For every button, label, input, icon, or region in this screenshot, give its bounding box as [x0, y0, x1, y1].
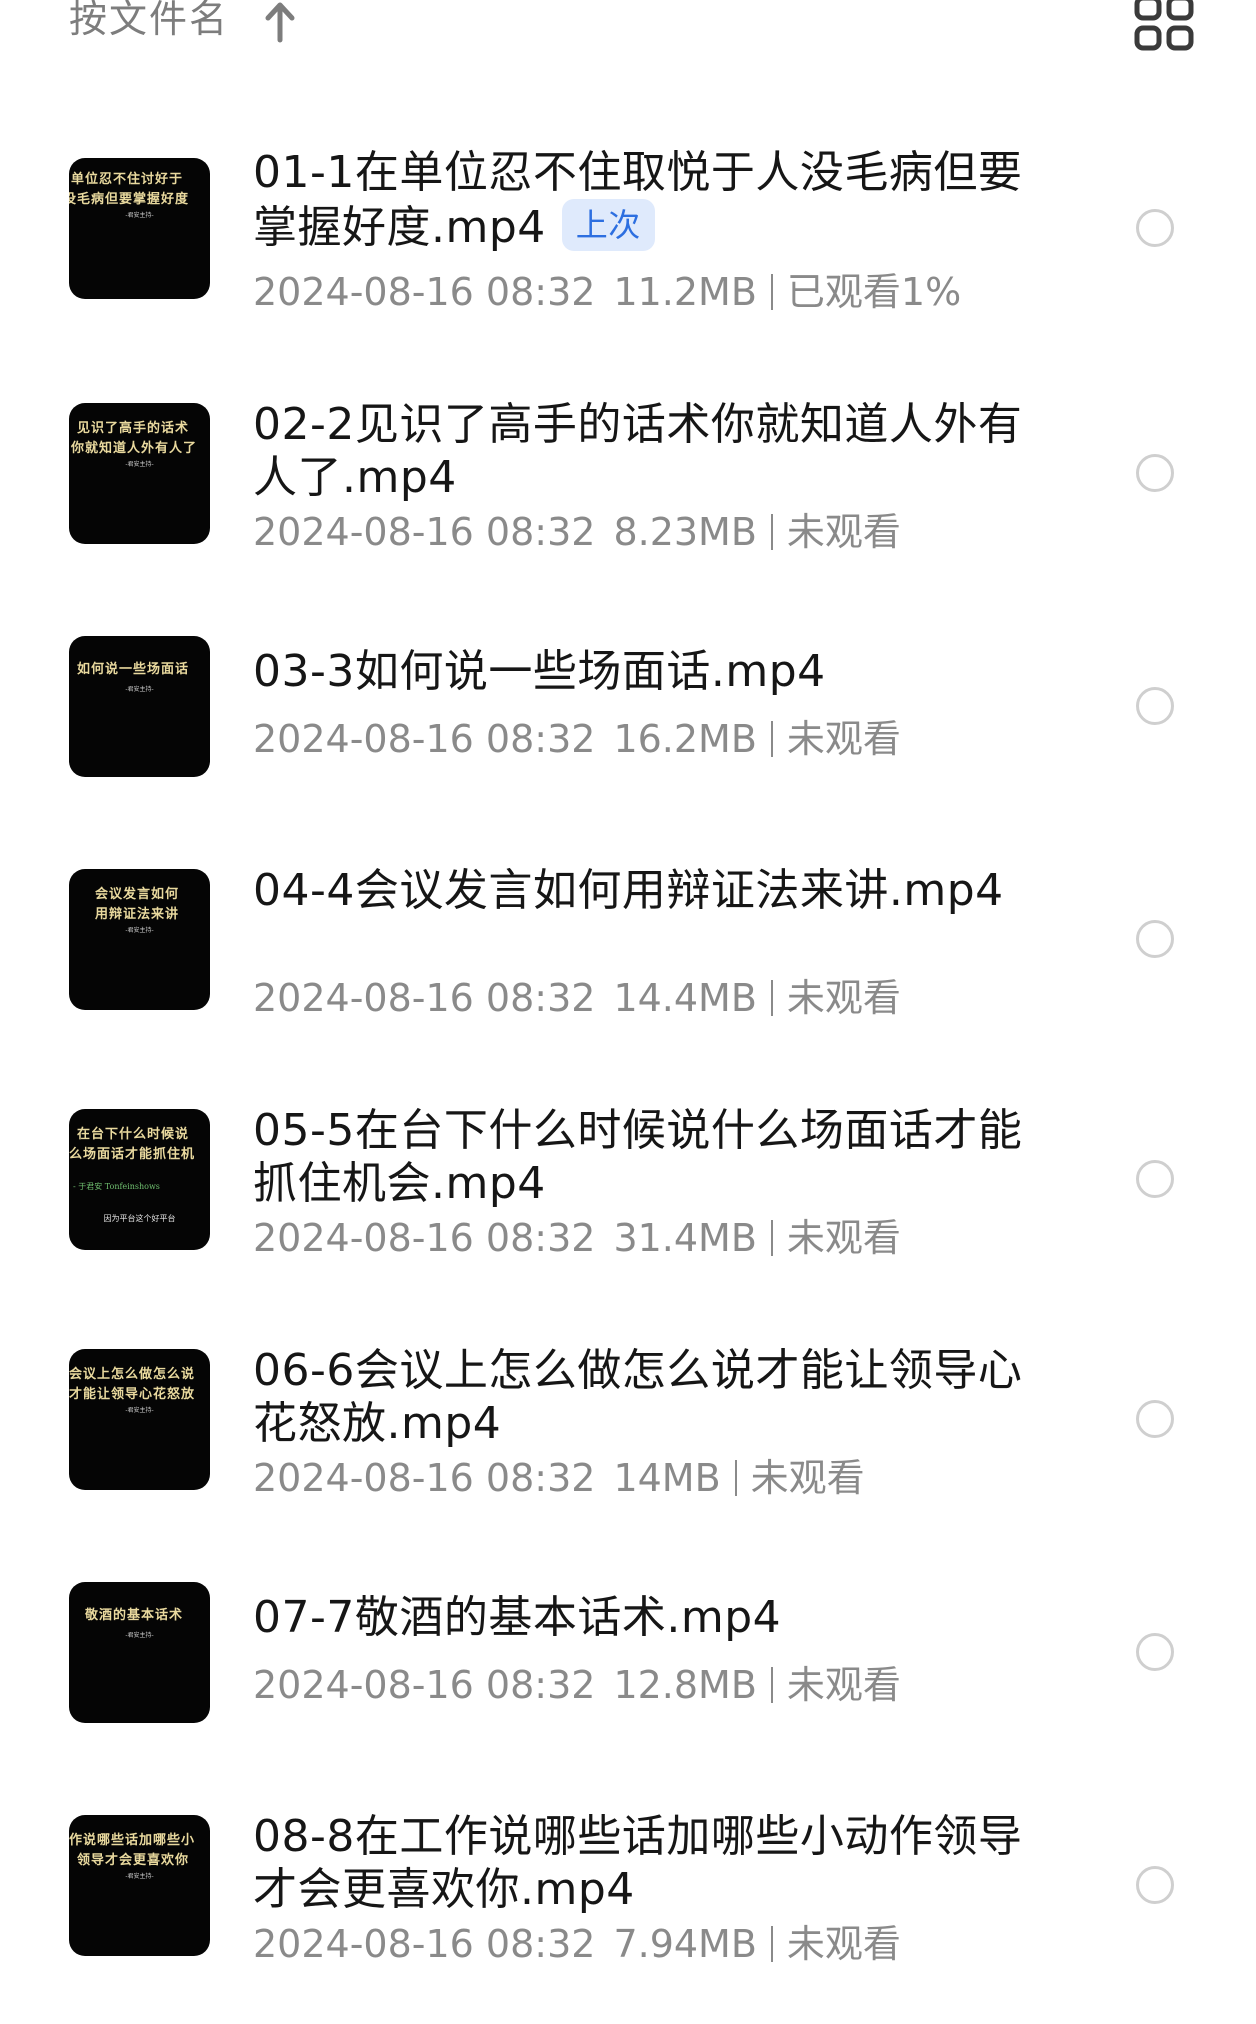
- file-date: 2024-08-16 08:32: [253, 270, 596, 314]
- thumbnail-subtext: -君安主持-: [125, 212, 154, 219]
- grid-view-icon[interactable]: [1134, 0, 1194, 52]
- divider: [734, 1460, 737, 1496]
- thumbnail-text: 用辩证法来讲: [95, 907, 180, 922]
- thumbnail-text: 作说哪些话加哪些小: [69, 1833, 196, 1848]
- watch-status: 已观看1%: [786, 270, 962, 314]
- thumbnail-text: 没毛病但要掌握好度: [69, 192, 190, 207]
- file-title[interactable]: 01-1在单位忍不住取悦于人没毛病但要掌握好度.mp4 上次: [253, 146, 1023, 254]
- video-thumbnail: 作说哪些话加哪些小 领导才会更喜欢你 -君安主持-: [69, 1815, 210, 1956]
- divider: [770, 1667, 773, 1703]
- divider: [770, 980, 773, 1016]
- file-title[interactable]: 06-6会议上怎么做怎么说才能让领导心花怒放.mp4: [253, 1344, 1023, 1450]
- watch-status: 未观看: [786, 1216, 901, 1260]
- sort-by-name-button[interactable]: 按文件名: [69, 0, 229, 44]
- file-meta: 2024-08-16 08:32 31.4MB 未观看: [253, 1216, 901, 1260]
- last-played-badge: 上次: [561, 199, 655, 251]
- file-size: 12.8MB: [613, 1663, 757, 1707]
- divider: [770, 514, 773, 550]
- watch-status: 未观看: [750, 1456, 865, 1500]
- file-date: 2024-08-16 08:32: [253, 1663, 596, 1707]
- watch-status: 未观看: [786, 717, 901, 761]
- thumbnail-subtext: -君安主持-: [125, 1407, 154, 1414]
- video-thumbnail: 敬酒的基本话术 -君安主持-: [69, 1582, 210, 1723]
- file-size: 8.23MB: [613, 510, 757, 554]
- thumbnail-subtext: -君安主持-: [125, 1632, 154, 1639]
- file-size: 14MB: [613, 1456, 721, 1500]
- divider: [770, 1220, 773, 1256]
- thumbnail-text: 会议发言如何: [95, 887, 180, 902]
- select-radio[interactable]: [1136, 1400, 1174, 1438]
- file-size: 7.94MB: [613, 1922, 757, 1966]
- video-thumbnail: 见识了高手的话术 你就知道人外有人了 -君安主持-: [69, 403, 210, 544]
- thumbnail-text: 么场面话才能抓住机: [69, 1147, 196, 1162]
- file-size: 31.4MB: [613, 1216, 757, 1260]
- file-date: 2024-08-16 08:32: [253, 1216, 596, 1260]
- select-radio[interactable]: [1136, 920, 1174, 958]
- thumbnail-text: 在台下什么时候说: [77, 1127, 190, 1142]
- file-size: 11.2MB: [613, 270, 757, 314]
- thumbnail-text: 如何说一些场面话: [77, 662, 190, 677]
- file-title[interactable]: 02-2见识了高手的话术你就知道人外有人了.mp4: [253, 398, 1023, 504]
- file-size: 14.4MB: [613, 976, 757, 1020]
- file-title[interactable]: 07-7敬酒的基本话术.mp4: [253, 1591, 1023, 1644]
- video-thumbnail: 如何说一些场面话 -君安主持-: [69, 636, 210, 777]
- file-title[interactable]: 05-5在台下什么时候说什么场面话才能抓住机会.mp4: [253, 1104, 1023, 1210]
- file-meta: 2024-08-16 08:32 14MB 未观看: [253, 1456, 865, 1500]
- file-title[interactable]: 08-8在工作说哪些话加哪些小动作领导才会更喜欢你.mp4: [253, 1810, 1023, 1916]
- watch-status: 未观看: [786, 976, 901, 1020]
- file-date: 2024-08-16 08:32: [253, 510, 596, 554]
- file-meta: 2024-08-16 08:32 11.2MB 已观看1%: [253, 270, 961, 314]
- thumbnail-subtext: -君安主持-: [125, 1873, 154, 1880]
- thumbnail-text: 敬酒的基本话术: [85, 1608, 184, 1623]
- select-radio[interactable]: [1136, 687, 1174, 725]
- file-date: 2024-08-16 08:32: [253, 1456, 596, 1500]
- thumbnail-subtext: -君安主持-: [125, 461, 154, 468]
- arrow-up-icon[interactable]: [260, 0, 300, 44]
- file-date: 2024-08-16 08:32: [253, 717, 596, 761]
- select-radio[interactable]: [1136, 454, 1174, 492]
- watch-status: 未观看: [786, 1922, 901, 1966]
- watch-status: 未观看: [786, 1663, 901, 1707]
- video-thumbnail: 会议上怎么做怎么说 才能让领导心花怒放 -君安主持-: [69, 1349, 210, 1490]
- select-radio[interactable]: [1136, 1160, 1174, 1198]
- select-radio[interactable]: [1136, 1866, 1174, 1904]
- thumbnail-subtext: -君安主持-: [125, 927, 154, 934]
- divider: [770, 274, 773, 310]
- file-meta: 2024-08-16 08:32 16.2MB 未观看: [253, 717, 901, 761]
- file-meta: 2024-08-16 08:32 7.94MB 未观看: [253, 1922, 901, 1966]
- file-meta: 2024-08-16 08:32 12.8MB 未观看: [253, 1663, 901, 1707]
- divider: [770, 721, 773, 757]
- thumbnail-text: 你就知道人外有人了: [71, 441, 198, 456]
- thumbnail-text: 见识了高手的话术: [77, 421, 190, 436]
- divider: [770, 1926, 773, 1962]
- file-title[interactable]: 04-4会议发言如何用辩证法来讲.mp4: [253, 864, 1023, 917]
- select-radio[interactable]: [1136, 209, 1174, 247]
- video-thumbnail: 在台下什么时候说 么场面话才能抓住机 - 于君安 Tonfeinshows 因为…: [69, 1109, 210, 1250]
- thumbnail-text: 领导才会更喜欢你: [77, 1853, 190, 1868]
- file-title[interactable]: 03-3如何说一些场面话.mp4: [253, 645, 1023, 698]
- thumbnail-text: 单位忍不住讨好于: [71, 172, 184, 187]
- thumbnail-text: 会议上怎么做怎么说: [69, 1367, 196, 1382]
- select-radio[interactable]: [1136, 1633, 1174, 1671]
- thumbnail-subtext: -君安主持-: [125, 686, 154, 693]
- file-date: 2024-08-16 08:32: [253, 976, 596, 1020]
- video-thumbnail: 会议发言如何 用辩证法来讲 -君安主持-: [69, 869, 210, 1010]
- file-date: 2024-08-16 08:32: [253, 1922, 596, 1966]
- video-thumbnail: 单位忍不住讨好于 没毛病但要掌握好度 -君安主持-: [69, 158, 210, 299]
- thumbnail-text: 才能让领导心花怒放: [69, 1387, 196, 1402]
- thumbnail-watermark: - 于君安 Tonfeinshows: [73, 1182, 160, 1191]
- file-meta: 2024-08-16 08:32 8.23MB 未观看: [253, 510, 901, 554]
- file-size: 16.2MB: [613, 717, 757, 761]
- toolbar: 按文件名: [0, 0, 1256, 70]
- file-meta: 2024-08-16 08:32 14.4MB 未观看: [253, 976, 901, 1020]
- watch-status: 未观看: [786, 510, 901, 554]
- thumbnail-footer: 因为平台这个好平台: [103, 1214, 176, 1223]
